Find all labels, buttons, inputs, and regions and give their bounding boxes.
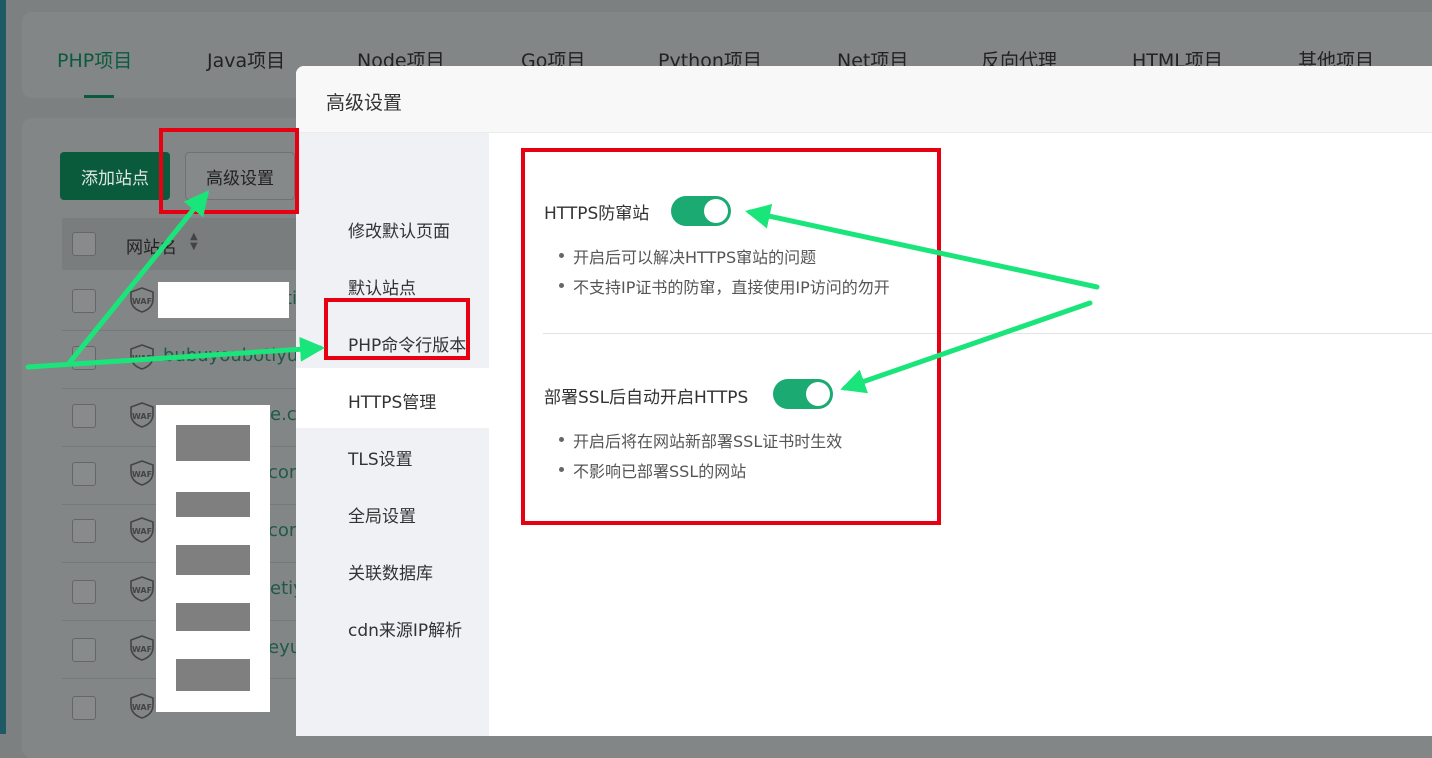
nav-default-site[interactable]: 默认站点	[348, 274, 416, 299]
row-checkbox[interactable]	[72, 404, 96, 428]
tab-php[interactable]: PHP项目	[57, 46, 132, 73]
row-checkbox[interactable]	[72, 638, 96, 662]
redaction-mask	[176, 492, 250, 517]
waf-shield-icon: WAF	[130, 402, 154, 428]
settings-side-nav: 修改默认页面 默认站点 PHP命令行版本 HTTPS管理 TLS设置 全局设置 …	[296, 133, 489, 736]
waf-shield-icon: WAF	[130, 460, 154, 486]
waf-shield-icon: WAF	[130, 517, 154, 543]
nav-linked-database[interactable]: 关联数据库	[348, 559, 433, 584]
redaction-mask	[176, 603, 250, 631]
site-name-link[interactable]: bubuyoubotiyu	[163, 345, 296, 366]
tab-java[interactable]: Java项目	[207, 46, 285, 73]
redaction-mask	[176, 659, 250, 691]
row-divider	[62, 388, 302, 389]
redaction-mask	[176, 545, 250, 575]
waf-shield-icon: WAF	[130, 693, 154, 719]
waf-shield-icon: WAF	[130, 635, 154, 661]
nav-global-settings[interactable]: 全局设置	[348, 502, 416, 527]
annotation-box-https-options	[521, 148, 941, 525]
row-divider	[62, 330, 302, 331]
nav-tls-settings[interactable]: TLS设置	[348, 445, 413, 470]
nav-cdn-source-ip[interactable]: cdn来源IP解析	[348, 616, 462, 641]
nav-https-management[interactable]: HTTPS管理	[348, 388, 436, 413]
waf-shield-icon: WAF	[130, 576, 154, 602]
column-site-name[interactable]: 网站名	[126, 233, 177, 258]
select-all-checkbox[interactable]	[72, 232, 96, 256]
window-left-edge	[0, 0, 6, 734]
site-name-link[interactable]: cor	[268, 520, 296, 541]
row-checkbox[interactable]	[72, 696, 96, 720]
dialog-title: 高级设置	[326, 92, 403, 114]
sort-icon[interactable]: ▲ ▼	[190, 232, 198, 252]
redaction-mask	[176, 425, 250, 461]
nav-modify-default-page[interactable]: 修改默认页面	[348, 217, 450, 242]
redaction-mask	[158, 282, 289, 318]
table-header	[62, 218, 302, 270]
active-tab-indicator	[84, 95, 114, 98]
row-checkbox[interactable]	[72, 519, 96, 543]
row-checkbox[interactable]	[72, 289, 96, 313]
add-site-button[interactable]: 添加站点	[60, 152, 170, 200]
row-checkbox[interactable]	[72, 346, 96, 370]
row-checkbox[interactable]	[72, 462, 96, 486]
annotation-box-https-nav	[324, 298, 470, 360]
dialog-header: 高级设置	[296, 66, 1432, 133]
row-checkbox[interactable]	[72, 580, 96, 604]
annotation-box-advanced-button	[159, 128, 299, 214]
waf-shield-icon: WAF	[130, 287, 154, 313]
waf-shield-icon: WAF	[130, 344, 154, 370]
